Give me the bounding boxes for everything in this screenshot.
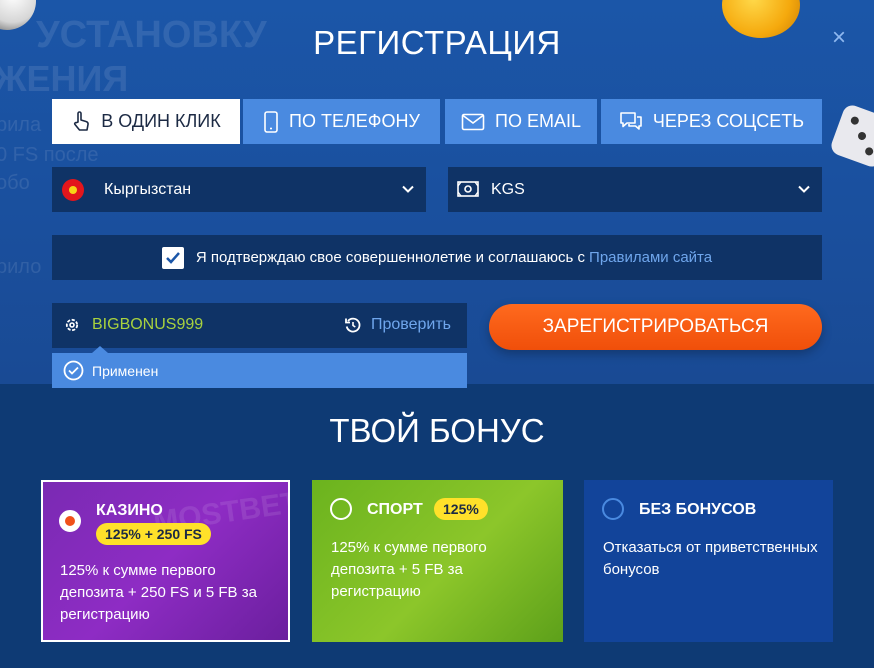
bonus-description: Отказаться от приветственных бонусов [603,539,818,578]
refresh-icon [345,317,361,333]
bonus-card-name: БЕЗ БОНУСОВ [639,501,757,518]
bonus-section-title: ТВОЙ БОНУС [329,412,545,449]
age-agreement: Я подтверждаю свое совершеннолетие и сог… [52,235,822,280]
country-select[interactable]: Кыргызстан [52,167,426,212]
background-text: обо [0,172,30,194]
tab-social[interactable]: ЧЕРЕЗ СОЦСЕТЬ [601,99,822,144]
promo-applied-label: Применен [92,362,159,379]
tab-label: В ОДИН КЛИК [101,111,221,131]
tab-label: ПО ТЕЛЕФОНУ [289,111,420,131]
currency-select[interactable]: KGS [448,167,822,212]
casino-radio[interactable] [59,510,81,532]
chat-icon [620,111,642,130]
close-icon[interactable]: × [829,26,849,50]
bonus-card-no-bonus[interactable]: БЕЗ БОНУСОВ Отказаться от приветственных… [584,480,833,642]
tab-label: ЧЕРЕЗ СОЦСЕТЬ [652,111,805,131]
site-rules-link[interactable]: Правилами сайта [589,249,712,266]
register-button[interactable]: ЗАРЕГИСТРИРОВАТЬСЯ [489,304,822,350]
promo-code-field[interactable]: BIGBONUS999 Проверить [52,303,467,348]
background-text: рила [0,114,42,136]
country-value: Кыргызстан [104,181,192,198]
promo-code-value: BIGBONUS999 [92,316,204,333]
bonus-badge: 125% + 250 FS [96,523,211,545]
phone-icon [264,110,278,133]
chevron-down-icon [402,185,414,193]
chevron-down-icon [798,185,810,193]
bonus-badge: 125% [434,498,488,520]
bonus-card-sport[interactable]: СПОРТ 125% 125% к сумме первого депозита… [312,480,563,642]
hand-pointer-icon [74,110,90,131]
bonus-description: 125% к сумме первого депозита + 5 FB за … [331,539,487,600]
tab-phone[interactable]: ПО ТЕЛЕФОНУ [243,99,440,144]
bonus-description: 125% к сумме первого депозита + 250 FS и… [60,562,257,623]
agreement-checkbox[interactable] [161,246,184,269]
modal-title: РЕГИСТРАЦИЯ [313,24,561,61]
banknote-icon [457,181,479,197]
background-text: рило [0,256,42,278]
checkmark-icon [166,251,180,264]
sport-radio[interactable] [330,498,352,520]
kyrgyzstan-flag-icon [62,179,84,201]
agreement-text: Я подтверждаю свое совершеннолетие и сог… [195,249,586,266]
bonus-card-name: СПОРТ [367,501,423,518]
currency-value: KGS [491,181,525,198]
bonus-card-casino[interactable]: MOSTBET КАЗИНО 125% + 250 FS 125% к сумм… [41,480,290,642]
check-promo-label: Проверить [371,316,452,333]
check-circle-icon [63,360,84,381]
gear-icon [65,318,79,332]
tab-one-click[interactable]: В ОДИН КЛИК [52,99,240,144]
bonus-card-name: КАЗИНО [96,502,163,519]
background-text: ЖЕНИЯ [0,58,129,99]
envelope-icon [461,113,485,130]
dice-icon [828,102,874,170]
background-text: 0 FS после [0,144,99,166]
promo-applied-status: Применен [52,346,467,388]
check-promo-button[interactable]: Проверить [344,316,451,334]
tab-label: ПО EMAIL [495,111,581,131]
tab-email[interactable]: ПО EMAIL [445,99,597,144]
no-bonus-radio[interactable] [602,498,624,520]
